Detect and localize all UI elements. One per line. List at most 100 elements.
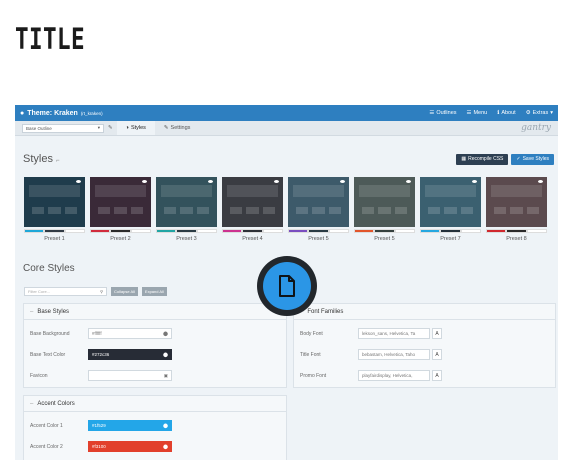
field-label: Base Text Color [30,351,66,358]
field-input[interactable]: #1f529 ⬤ [88,420,172,431]
save-styles-button[interactable]: ✓ Save Styles [511,153,554,165]
pencil-icon[interactable]: ✎ [108,125,113,131]
font-picker-button[interactable]: A [432,349,442,360]
list-icon: ☰ [429,110,435,116]
preset-label: Preset 1 [44,236,65,242]
field-label: Accent Color 2 [30,443,63,450]
filter-input[interactable]: Filter Core... ⚲ [24,287,107,296]
tab-styles[interactable]: ◑ Styles [116,121,155,135]
expand-all-button[interactable]: Expand All [141,287,167,296]
preset-label: Preset 2 [110,236,131,242]
tab-settings[interactable]: ✎ Settings [155,121,199,135]
field-input[interactable]: #f3100 ⬤ [88,441,172,452]
font-picker-button[interactable]: A [432,370,442,381]
preset-card[interactable]: Preset 2 [90,177,151,242]
preset-card[interactable]: Preset 1 [24,177,85,242]
eye-icon [142,180,147,183]
check-icon: ✓ [516,156,521,162]
field-input[interactable]: ▣ [88,370,172,381]
preset-thumbnail [222,177,283,227]
chevron-down-icon: ▾ [97,125,100,130]
eye-icon [406,180,411,183]
menu-menu[interactable]: ☰ Menu [467,110,488,116]
collapse-icon[interactable]: – [30,309,33,315]
outline-select[interactable]: Base Outline ▾ [22,123,104,133]
preset-label: Preset 5 [374,236,395,242]
panel-header: – Accent Colors [24,396,286,412]
gear-icon: ⚙ [525,110,531,116]
eye-icon [76,180,81,183]
collapse-icon[interactable]: ⌐ [56,158,60,164]
field-row: Base Background #ffffff ⬤ [30,328,172,339]
field-input[interactable]: playfairdisplay, Helvetica, [358,370,430,381]
preset-thumbnail [90,177,151,227]
field-row: Accent Color 2 #f3100 ⬤ [30,441,172,452]
preset-list: Preset 1 Preset 2 Preset 3 Preset 4 Preset 5… [24,177,547,242]
search-icon: ⚲ [100,289,103,294]
eye-icon [208,180,213,183]
app-title: Theme: Kraken [27,109,78,117]
preset-label: Preset 5 [308,236,329,242]
preset-label: Preset 4 [242,236,263,242]
styles-heading: Styles ⌐ [23,153,60,165]
styles-header: Styles ⌐ ▦ Recompile CSS ✓ Save Styles [23,152,554,166]
field-label: Promo Font [300,372,327,379]
preset-thumbnail [354,177,415,227]
panel-header: –Font Families [294,304,555,320]
field-input[interactable]: #ffffff ⬤ [88,328,172,339]
list-icon: ☰ [466,110,472,116]
field-input[interactable]: #272c36 ⬤ [88,349,172,360]
preset-label: Preset 8 [506,236,527,242]
preset-swatch [288,229,349,233]
preset-swatch [24,229,85,233]
field-input[interactable]: bebastam, Helvetica, Taho [358,349,430,360]
preset-card[interactable]: Preset 7 [420,177,481,242]
panel-header: – Base Styles [24,304,286,320]
drop-icon: ⬤ [162,443,168,449]
preset-card[interactable]: Preset 5 [288,177,349,242]
top-menu: ☰ Outlines ☰ Menu ℹ About ⚙ Extras ▾ [429,110,553,116]
eye-icon [274,180,279,183]
preset-label: Preset 3 [176,236,197,242]
contrast-icon: ◑ [125,125,129,131]
font-picker-button[interactable]: A [432,328,442,339]
preset-swatch [156,229,217,233]
document-button[interactable] [257,256,317,316]
field-row: Promo Font playfairdisplay, Helvetica, A [300,370,442,381]
app-title-area: ● Theme: Kraken (rt_kraken) [20,110,103,117]
grid-icon: ▦ [461,156,467,162]
menu-extras[interactable]: ⚙ Extras ▾ [526,110,553,116]
preset-card[interactable]: Preset 8 [486,177,547,242]
menu-outlines[interactable]: ☰ Outlines [429,110,456,116]
collapse-icon[interactable]: – [30,401,33,407]
field-label: Base Background [30,330,70,337]
base-styles-panel: – Base Styles Base Background #ffffff ⬤ Base… [23,303,287,388]
drop-icon: ⬤ [162,422,168,428]
preset-card[interactable]: Preset 4 [222,177,283,242]
field-label: Body Font [300,330,323,337]
field-label: Accent Color 1 [30,422,63,429]
preset-swatch [486,229,547,233]
core-styles-heading: Core Styles [23,263,75,274]
recompile-css-button[interactable]: ▦ Recompile CSS [456,153,509,165]
app-subtitle: (rt_kraken) [80,110,103,116]
chevron-down-icon: ▾ [550,110,553,116]
preset-swatch [90,229,151,233]
preset-card[interactable]: Preset 3 [156,177,217,242]
wrench-icon: ✎ [163,125,169,131]
preset-card[interactable]: Preset 5 [354,177,415,242]
field-row: Accent Color 1 #1f529 ⬤ [30,420,172,431]
field-row: Body Font lekson_sans, Helvetica, Ta A [300,328,442,339]
filter-row: Filter Core... ⚲ Collapse All Expand All [24,287,167,296]
field-label: Title Font [300,351,321,358]
accent-colors-panel: – Accent Colors Accent Color 1 #1f529 ⬤ Acce… [23,395,287,460]
preset-swatch [222,229,283,233]
preset-label: Preset 7 [440,236,461,242]
font-families-panel: –Font Families Body Font lekson_sans, Hel… [293,303,556,388]
field-input[interactable]: lekson_sans, Helvetica, Ta [358,328,430,339]
menu-about[interactable]: ℹ About [497,110,515,116]
field-row: Base Text Color #272c36 ⬤ [30,349,172,360]
preset-swatch [354,229,415,233]
eye-icon [538,180,543,183]
collapse-all-button[interactable]: Collapse All [111,287,138,296]
